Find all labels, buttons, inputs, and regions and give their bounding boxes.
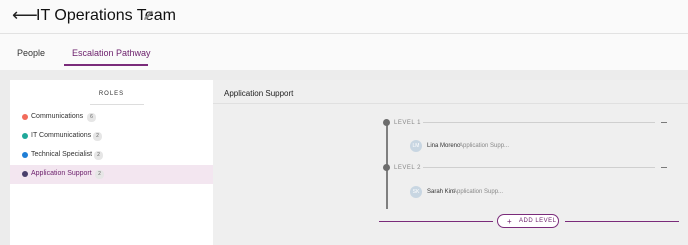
add-level-label: ADD LEVEL [519,218,557,224]
escalation-panel-title: Application Support [224,89,294,98]
escalation-panel-divider [213,103,688,104]
role-color-dot [22,171,28,177]
roles-divider [90,104,144,105]
back-arrow-icon[interactable]: ⟵ [12,4,38,26]
role-label: Application Support [31,170,92,177]
roles-panel: ROLES Communications 6 IT Communications… [10,80,213,245]
role-item-it-communications[interactable]: IT Communications 2 [10,127,213,146]
level-1-collapse-icon[interactable] [661,122,667,123]
role-color-dot [22,133,28,139]
add-level-button[interactable]: + ADD LEVEL [497,214,559,228]
role-color-dot [22,152,28,158]
level-2-node [383,164,390,171]
tab-people[interactable]: People [17,48,45,58]
page-title: IT Operations Team [36,7,176,24]
tab-escalation-pathway[interactable]: Escalation Pathway [72,48,151,58]
member-name: Sarah Kim [427,189,456,195]
level-1-label: LEVEL 1 [394,120,421,126]
avatar: LM [410,140,422,152]
role-label: IT Communications [31,132,92,139]
member-role: Application Supp... [453,189,504,195]
add-level-line-right [565,221,679,222]
level-2-collapse-icon[interactable] [661,167,667,168]
add-level-line-left [379,221,493,222]
level-1-member[interactable]: LM Lina Moreno Application Supp... [410,140,550,154]
level-2-label: LEVEL 2 [394,165,421,171]
roles-panel-title: ROLES [98,91,125,97]
tab-bar: People Escalation Pathway [0,34,688,70]
role-count-badge: 2 [93,132,102,141]
avatar: SK [410,186,422,198]
pencil-icon[interactable] [142,9,154,21]
role-count-badge: 6 [87,113,96,122]
plus-icon: + [507,217,512,226]
role-count-badge: 2 [95,170,104,179]
active-tab-indicator [64,64,148,66]
role-label: Technical Specialist [31,151,93,158]
escalation-panel: Application Support LEVEL 1 LM Lina More… [213,80,688,245]
level-2-divider [423,167,655,168]
role-color-dot [22,114,28,120]
role-item-communications[interactable]: Communications 6 [10,108,213,127]
page-header: ⟵ IT Operations Team [0,0,688,34]
member-name: Lina Moreno [427,143,461,149]
level-1-node [383,119,390,126]
member-role: Application Supp... [459,143,510,149]
role-count-badge: 2 [94,151,103,160]
role-item-technical-specialist[interactable]: Technical Specialist 2 [10,146,213,165]
level-2-member[interactable]: SK Sarah Kim Application Supp... [410,186,550,200]
level-1-divider [423,122,655,123]
role-item-application-support[interactable]: Application Support 2 [10,165,213,184]
role-label: Communications [31,113,84,120]
